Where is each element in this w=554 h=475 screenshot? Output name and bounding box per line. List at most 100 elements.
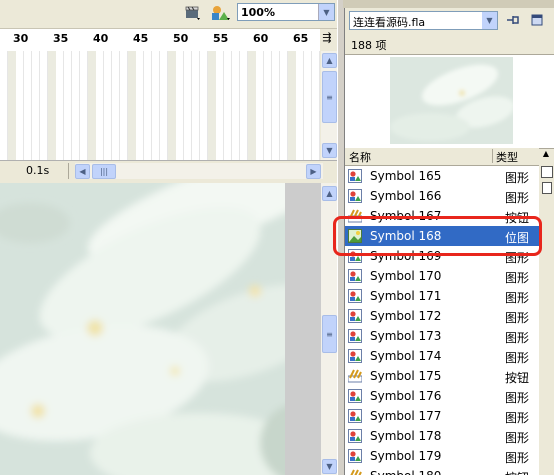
chevron-down-icon[interactable]: ▼ (318, 4, 334, 20)
library-item-count: 188 项 (351, 39, 387, 52)
library-item[interactable]: Symbol 176 图形 (345, 386, 539, 406)
library-item[interactable]: Symbol 171 图形 (345, 286, 539, 306)
library-document-select[interactable]: 连连看源码.fla ▼ (349, 11, 498, 30)
column-name[interactable]: 名称 (349, 149, 371, 165)
stage-bitmap (0, 183, 321, 475)
frame-grid[interactable] (0, 51, 320, 160)
library-item-type: 图形 (505, 171, 530, 185)
graphic-symbol-icon (348, 169, 362, 183)
pasteboard (285, 183, 321, 475)
graphic-symbol-icon (348, 309, 362, 323)
library-item-type: 图形 (505, 451, 530, 465)
graphic-symbol-icon (348, 389, 362, 403)
library-item-type: 图形 (505, 291, 530, 305)
library-item-type: 图形 (505, 351, 530, 365)
library-item[interactable]: Symbol 178 图形 (345, 426, 539, 446)
library-item[interactable]: Symbol 170 图形 (345, 266, 539, 286)
edit-scene-button[interactable] (184, 4, 202, 22)
library-item-name: Symbol 171 (370, 289, 442, 303)
graphic-symbol-icon (348, 449, 362, 463)
library-item-type: 按钮 (505, 371, 530, 385)
library-item-type: 图形 (505, 391, 530, 405)
library-item-name: Symbol 174 (370, 349, 442, 363)
graphic-symbol-icon (348, 189, 362, 203)
library-document-name: 连连看源码.fla (353, 16, 426, 29)
scroll-down-icon[interactable]: ▼ (322, 459, 337, 474)
library-item-type: 图形 (505, 431, 530, 445)
timeline-horizontal-scrollbar[interactable]: ◀ ||| ▶ (75, 163, 323, 179)
library-item-type: 图形 (505, 411, 530, 425)
zoom-select[interactable]: 100% ▼ (237, 3, 335, 21)
stage-canvas[interactable] (0, 183, 321, 475)
zoom-value: 100% (241, 6, 275, 19)
narrow-view-icon[interactable] (542, 182, 552, 194)
timeline-menu-icon[interactable]: ⇶ (318, 31, 336, 47)
frame-marker (48, 51, 56, 160)
pin-icon (507, 16, 519, 24)
graphic-symbol-icon (348, 289, 362, 303)
scroll-thumb[interactable]: ||| (92, 164, 116, 179)
frame-marker (128, 51, 136, 160)
library-item[interactable]: Symbol 166 图形 (345, 186, 539, 206)
library-item-name: Symbol 178 (370, 429, 442, 443)
library-item-type: 图形 (505, 271, 530, 285)
ruler-tick: 40 (93, 32, 109, 45)
ruler-tick: 60 (253, 32, 269, 45)
elapsed-time-value: 0.1s (26, 164, 50, 177)
edit-symbol-button[interactable] (210, 4, 232, 22)
library-item[interactable]: Symbol 174 图形 (345, 346, 539, 366)
graphic-symbol-icon (348, 349, 362, 363)
chevron-down-icon[interactable]: ▼ (482, 12, 497, 29)
library-item-name: Symbol 172 (370, 309, 442, 323)
library-item[interactable]: Symbol 177 图形 (345, 406, 539, 426)
column-divider[interactable] (492, 149, 493, 163)
ruler-tick: 45 (133, 32, 149, 45)
library-side-toolbar (539, 166, 554, 475)
graphic-symbol-icon (348, 429, 362, 443)
library-item[interactable]: Symbol 165 图形 (345, 166, 539, 186)
frame-marker (168, 51, 176, 160)
library-item[interactable]: Symbol 175 按钮 (345, 366, 539, 386)
ruler-tick: 50 (173, 32, 189, 45)
library-item-name: Symbol 175 (370, 369, 442, 383)
graphic-symbol-icon (348, 269, 362, 283)
graphic-symbol-icon (348, 329, 362, 343)
scroll-left-icon[interactable]: ◀ (75, 164, 90, 179)
pin-library-button[interactable] (504, 12, 522, 28)
scroll-up-icon[interactable]: ▲ (322, 53, 337, 68)
library-item-name: Symbol 166 (370, 189, 442, 203)
ruler-tick: 35 (53, 32, 69, 45)
library-item[interactable]: Symbol 180 按钮 (345, 466, 539, 475)
library-item[interactable]: Symbol 172 图形 (345, 306, 539, 326)
preview-thumbnail (390, 57, 513, 144)
frame-marker (288, 51, 296, 160)
button-symbol-icon (348, 469, 362, 475)
new-library-icon (531, 14, 543, 26)
scroll-right-icon[interactable]: ▶ (306, 164, 321, 179)
library-item[interactable]: Symbol 179 图形 (345, 446, 539, 466)
scroll-thumb[interactable]: ≡ (322, 71, 337, 123)
library-item-name: Symbol 180 (370, 469, 441, 475)
ruler-tick: 65 (293, 32, 309, 45)
library-item-name: Symbol 173 (370, 329, 442, 343)
library-item-name: Symbol 176 (370, 389, 442, 403)
new-library-button[interactable] (529, 12, 547, 28)
column-type[interactable]: 类型 (496, 149, 518, 165)
button-symbol-icon (347, 369, 363, 383)
library-column-header[interactable]: 名称 类型 (345, 148, 539, 166)
wide-view-icon[interactable] (541, 166, 553, 178)
timeline-vertical-scrollbar[interactable]: ▲ ≡ ▼ (321, 51, 337, 160)
library-item-name: Symbol 170 (370, 269, 442, 283)
library-item[interactable]: Symbol 173 图形 (345, 326, 539, 346)
library-panel-header[interactable] (343, 0, 554, 8)
sort-order-icon[interactable]: ▲ (539, 149, 553, 163)
library-item-type: 图形 (505, 311, 530, 325)
library-item-type: 图形 (505, 331, 530, 345)
frame-ruler[interactable]: 30 35 40 45 50 55 60 65 (0, 29, 320, 52)
scroll-up-icon[interactable]: ▲ (322, 186, 337, 201)
ruler-tick: 30 (13, 32, 29, 45)
frame-marker (208, 51, 216, 160)
scroll-thumb[interactable]: ≡ (322, 315, 337, 353)
scroll-down-icon[interactable]: ▼ (322, 143, 337, 158)
library-item-list[interactable]: Symbol 165 图形 Symbol 166 图形 Symbol 167 按钮 Symb… (345, 166, 539, 475)
